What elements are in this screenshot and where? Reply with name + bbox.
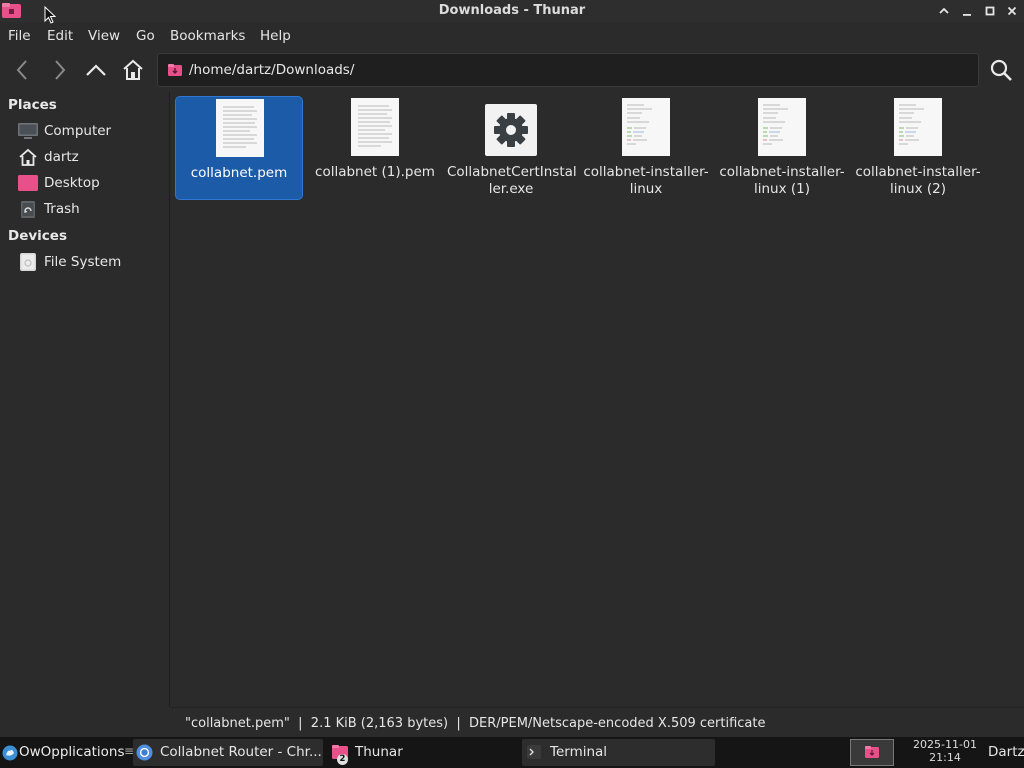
home-icon bbox=[19, 148, 37, 166]
trash-icon bbox=[21, 201, 35, 218]
chevron-up-icon bbox=[939, 7, 949, 14]
task-count-badge: 2 bbox=[337, 754, 348, 765]
file-name-line: collabnet-installer- bbox=[719, 164, 845, 180]
menu-bookmarks[interactable]: Bookmarks bbox=[170, 28, 245, 44]
file-name: CollabnetCertInstal ler.exe bbox=[447, 164, 577, 198]
file-name: collabnet (1).pem bbox=[315, 164, 435, 180]
downloads-folder-icon bbox=[168, 64, 182, 76]
location-bar[interactable]: /home/dartz/Downloads/ bbox=[157, 53, 979, 87]
window-close-button[interactable] bbox=[1003, 2, 1021, 20]
file-name: collabnet-installer- linux (1) bbox=[718, 164, 846, 198]
sidebar-item-dartz[interactable]: dartz bbox=[0, 145, 169, 169]
text-document-icon bbox=[351, 98, 399, 156]
script-document-icon bbox=[758, 98, 806, 156]
forward-button[interactable] bbox=[44, 56, 74, 84]
sidebar-item-label: Computer bbox=[44, 123, 112, 139]
sidebar-item-computer[interactable]: Computer bbox=[0, 119, 169, 143]
file-name-line: collabnet-installer- bbox=[855, 164, 981, 180]
sidebar-item-trash[interactable]: Trash bbox=[0, 197, 169, 221]
window-maximize-button[interactable] bbox=[981, 2, 999, 20]
user-menu[interactable]: Dartz bbox=[988, 744, 1024, 760]
task-label: Collabnet Router - Chr... bbox=[160, 744, 322, 760]
home-button[interactable] bbox=[118, 56, 148, 84]
file-name-line: collabnet-installer- bbox=[583, 164, 709, 180]
arrow-up-icon bbox=[86, 64, 106, 76]
search-icon bbox=[990, 59, 1012, 81]
file-name-line: ler.exe bbox=[488, 181, 534, 197]
window-titlebar[interactable]: Downloads - Thunar bbox=[0, 0, 1024, 22]
menu-go[interactable]: Go bbox=[136, 28, 155, 44]
window-title: Downloads - Thunar bbox=[438, 3, 586, 18]
menu-file[interactable]: File bbox=[8, 28, 31, 44]
computer-icon bbox=[18, 123, 38, 139]
chrome-icon bbox=[136, 744, 153, 761]
chevron-right-icon bbox=[55, 60, 66, 80]
file-item-collabnet-1-pem[interactable]: collabnet (1).pem bbox=[311, 96, 439, 200]
desktop-folder-icon bbox=[18, 175, 38, 191]
task-label: Thunar bbox=[355, 744, 403, 760]
chevron-left-icon bbox=[16, 60, 27, 80]
file-name: collabnet.pem bbox=[190, 165, 288, 181]
menu-view[interactable]: View bbox=[88, 28, 120, 44]
file-name: collabnet-installer- linux bbox=[582, 164, 710, 198]
drive-icon bbox=[20, 253, 36, 271]
applications-menu-label: OwOpplications bbox=[19, 744, 125, 760]
file-view[interactable]: collabnet.pem collabnet (1).pem Collabne… bbox=[171, 92, 1024, 707]
task-chrome[interactable]: Collabnet Router - Chr... bbox=[133, 739, 323, 766]
sidebar-item-file-system[interactable]: File System bbox=[0, 250, 169, 274]
clock[interactable]: 2025-11-01 21:14 bbox=[906, 738, 984, 764]
terminal-icon bbox=[527, 745, 541, 759]
script-document-icon bbox=[894, 98, 942, 156]
sidebar-item-label: Trash bbox=[44, 201, 80, 217]
text-document-icon bbox=[216, 99, 264, 157]
file-name-line: linux (1) bbox=[753, 181, 811, 197]
applications-menu-button[interactable]: OwOpplications ≡ bbox=[0, 737, 134, 768]
file-name-line: linux (2) bbox=[889, 181, 947, 197]
sidebar-item-desktop[interactable]: Desktop bbox=[0, 171, 169, 195]
location-path[interactable]: /home/dartz/Downloads/ bbox=[189, 62, 354, 78]
parent-folder-button[interactable] bbox=[81, 56, 111, 84]
applications-menu-icon bbox=[2, 745, 18, 761]
menu-edit[interactable]: Edit bbox=[47, 28, 73, 44]
window-minimize-button[interactable] bbox=[958, 2, 976, 20]
search-button[interactable] bbox=[987, 56, 1015, 84]
file-item-collabnetcertinstaller-exe[interactable]: CollabnetCertInstal ler.exe bbox=[447, 96, 577, 200]
taskbar: OwOpplications ≡ Collabnet Router - Chr.… bbox=[0, 737, 1024, 768]
home-icon bbox=[123, 59, 143, 80]
sidebar-item-label: Desktop bbox=[44, 175, 100, 191]
workspace-window-icon bbox=[865, 746, 879, 758]
status-text: "collabnet.pem" | 2.1 KiB (2,163 bytes) … bbox=[185, 716, 766, 731]
menu-help[interactable]: Help bbox=[260, 28, 291, 44]
close-icon bbox=[1007, 6, 1017, 16]
file-item-collabnet-installer-linux-2[interactable]: collabnet-installer- linux (2) bbox=[854, 96, 982, 200]
file-item-collabnet-installer-linux[interactable]: collabnet-installer- linux bbox=[582, 96, 710, 200]
task-thunar[interactable]: 2 Thunar bbox=[326, 739, 518, 766]
executable-gear-icon bbox=[485, 104, 537, 156]
file-name: collabnet-installer- linux (2) bbox=[854, 164, 982, 198]
mouse-cursor-icon bbox=[44, 6, 57, 24]
window-shade-button[interactable] bbox=[935, 2, 953, 20]
sidebar-item-label: File System bbox=[44, 254, 122, 270]
sidebar-item-label: dartz bbox=[44, 149, 79, 165]
minimize-icon bbox=[963, 14, 971, 16]
task-terminal[interactable]: Terminal bbox=[522, 739, 715, 766]
clock-time: 21:14 bbox=[929, 751, 961, 764]
status-bar: "collabnet.pem" | 2.1 KiB (2,163 bytes) … bbox=[171, 707, 1024, 737]
back-button[interactable] bbox=[8, 56, 38, 84]
file-name-line: CollabnetCertInstal bbox=[447, 164, 577, 180]
task-label: Terminal bbox=[550, 744, 608, 760]
file-name-line: linux bbox=[629, 181, 663, 197]
clock-date: 2025-11-01 bbox=[913, 738, 977, 751]
file-item-collabnet-installer-linux-1[interactable]: collabnet-installer- linux (1) bbox=[718, 96, 846, 200]
devices-header: Devices bbox=[8, 228, 67, 244]
file-item-collabnet-pem[interactable]: collabnet.pem bbox=[175, 96, 303, 200]
places-header: Places bbox=[8, 97, 57, 113]
sidebar: Places Computer dartz Desktop Trash Devi… bbox=[0, 92, 170, 707]
maximize-icon bbox=[985, 6, 995, 16]
workspace-switcher[interactable] bbox=[850, 739, 894, 766]
script-document-icon bbox=[622, 98, 670, 156]
